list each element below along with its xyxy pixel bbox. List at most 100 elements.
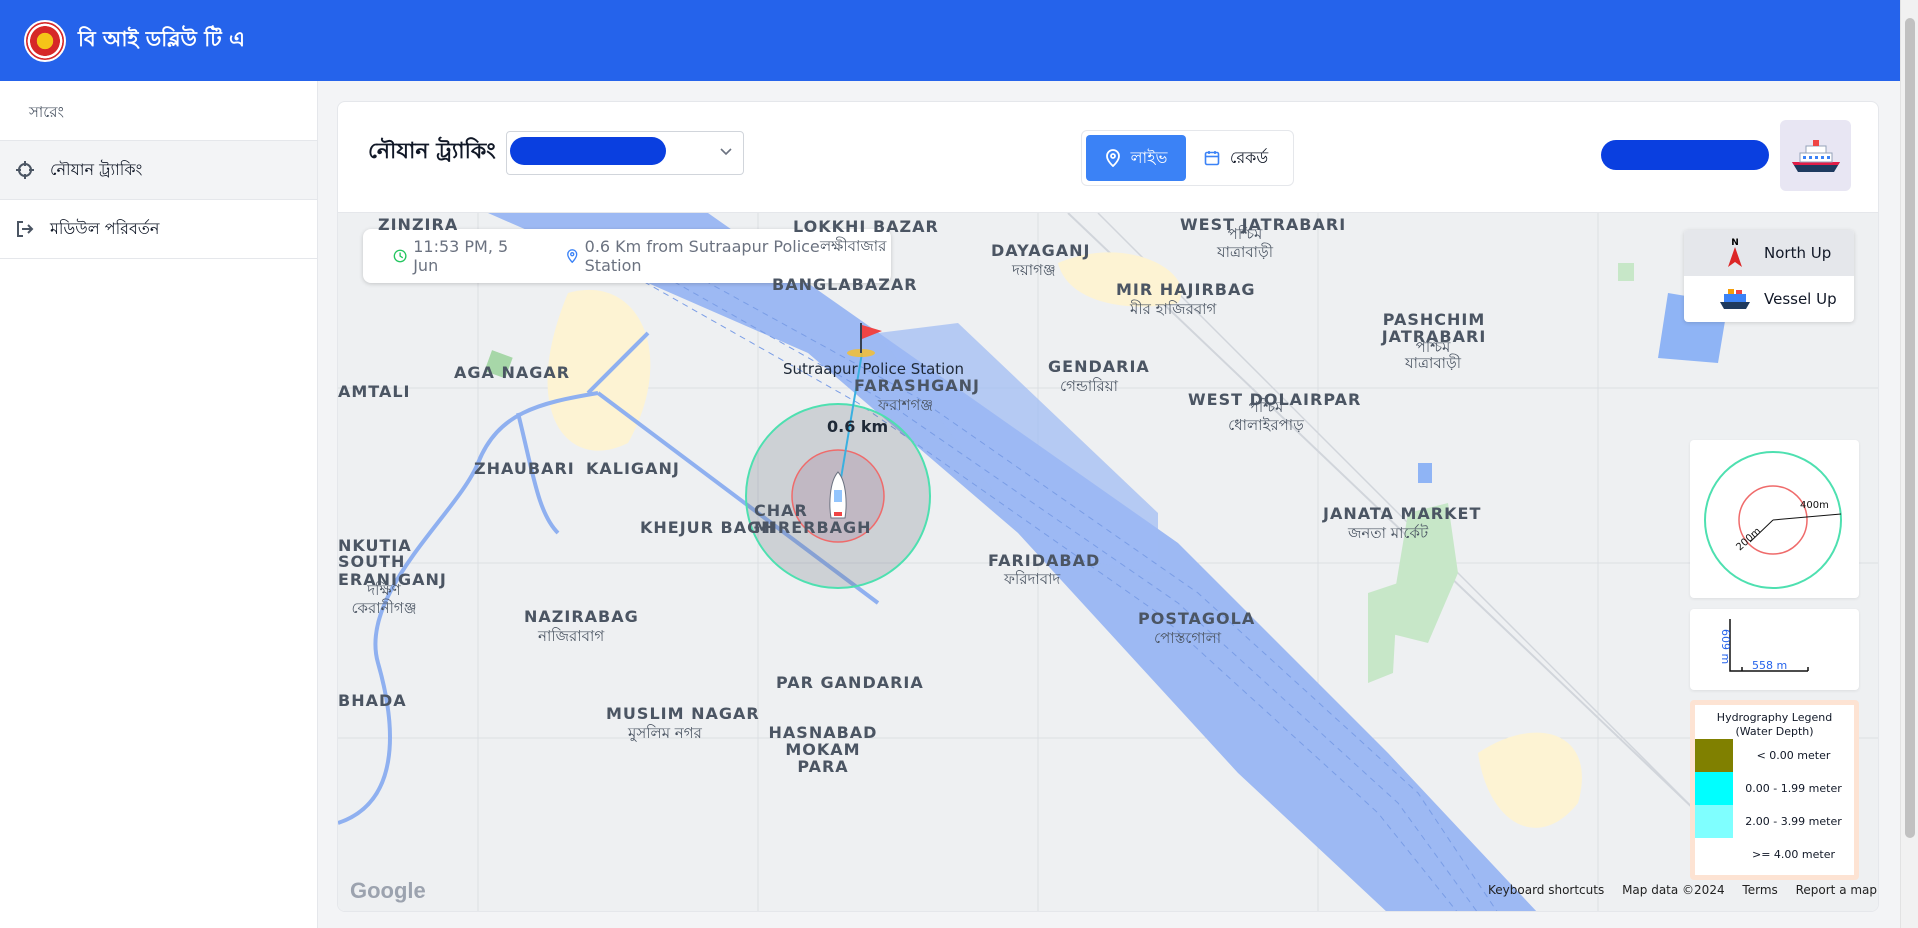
distance-from-station: 0.6 Km from Sutraapur Police Station: [584, 237, 820, 275]
user-name: [1601, 140, 1769, 170]
legend-swatch: [1695, 772, 1733, 805]
inner-range-label: 200m: [1734, 526, 1763, 553]
place-south-eraniganj-bn: দক্ষিণ কেরানীগঞ্জ: [351, 581, 417, 617]
map-view[interactable]: 11:53 PM, 5 Jun 0.6 Km from Sutraapur Po…: [338, 213, 1878, 911]
place-aga-nagar: AGA NAGAR: [454, 363, 571, 382]
sidebar-item-label: মডিউল পরিবর্তন: [50, 218, 160, 238]
legend-row: < 0.00 meter: [1695, 739, 1854, 772]
place-lokkhi-bazar: LOKKHI BAZAR: [793, 217, 939, 236]
legend-label: 0.00 - 1.99 meter: [1745, 782, 1842, 795]
legend-swatch: [1695, 838, 1733, 871]
place-farashganj-bn: ফরাশগঞ্জ: [878, 396, 934, 414]
sidebar-heading: সারেং: [0, 81, 317, 141]
biwta-logo: [24, 19, 66, 62]
place-nazirabag: NAZIRABAG: [524, 607, 639, 626]
place-lokkhi-bazar-bn: লক্ষীবাজার: [820, 237, 887, 255]
map-data-text: Map data ©2024: [1622, 883, 1725, 897]
place-west-jatrabari-bn: পশ্চিম যাত্রাবাড়ী: [1216, 225, 1274, 261]
record-label: রেকর্ড: [1229, 147, 1269, 167]
legend-label: 2.00 - 3.99 meter: [1745, 815, 1842, 828]
google-logo: Google: [350, 878, 426, 903]
place-banglabazar: BANGLABAZAR: [772, 275, 918, 294]
place-faridabad-bn: ফরিদাবাদ: [1004, 570, 1061, 588]
place-mir-hajirbag-bn: মীর হাজিরবাগ: [1130, 300, 1217, 318]
mode-toggle: লাইভ রেকর্ড: [1081, 130, 1294, 186]
legend-label: < 0.00 meter: [1756, 749, 1831, 762]
legend-label: >= 4.00 meter: [1751, 848, 1835, 861]
range-rings-legend: 400m 200m: [1690, 440, 1859, 598]
card-header: নৌযান ট্র্যাকিং লাইভ রেকর্ড: [338, 102, 1878, 213]
place-zinzira: ZINZIRA: [378, 215, 459, 234]
top-navbar: বি আই ডব্লিউ টি এ: [0, 0, 1900, 81]
sidebar-item-label: নৌযান ট্র্যাকিং: [50, 159, 143, 179]
logout-icon: [14, 218, 36, 240]
vessel-up-button[interactable]: Vessel Up: [1684, 276, 1854, 322]
place-zhaubari: ZHAUBARI: [474, 459, 575, 478]
place-nazirabag-bn: নাজিরাবাগ: [538, 627, 605, 645]
place-khejur-bagh: KHEJUR BAGH: [640, 518, 776, 537]
hydrography-legend: Hydrography Legend (Water Depth) < 0.00 …: [1690, 700, 1859, 880]
page-scrollbar[interactable]: [1900, 0, 1918, 928]
orientation-control: N North Up Vessel Up: [1684, 230, 1854, 322]
keyboard-shortcuts-link[interactable]: Keyboard shortcuts: [1488, 883, 1604, 897]
legend-row: >= 4.00 meter: [1695, 838, 1854, 871]
report-error-link[interactable]: Report a map error: [1796, 883, 1878, 897]
distance-label: 0.6 km: [827, 417, 889, 436]
vessel-icon: [1720, 289, 1750, 309]
record-button[interactable]: রেকর্ড: [1186, 135, 1286, 181]
redacted-value: [510, 137, 666, 165]
station-label: Sutraapur Police Station: [783, 360, 965, 378]
north-up-button[interactable]: N North Up: [1684, 230, 1854, 276]
legend-title-text: Hydrography Legend (Water Depth): [1716, 711, 1833, 738]
outer-range-label: 400m: [1800, 500, 1829, 511]
place-hasnabad-mokam-para: HASNABAD MOKAM PARA: [768, 723, 878, 776]
place-amtali: AMTALI: [338, 382, 411, 401]
place-gendaria: GENDARIA: [1048, 357, 1150, 376]
ship-icon: [1791, 139, 1840, 172]
scale-horizontal: 558 m: [1752, 659, 1787, 672]
vessel-up-label: Vessel Up: [1764, 290, 1837, 308]
map-base: [338, 213, 1878, 911]
place-muslim-nagar: MUSLIM NAGAR: [606, 704, 760, 723]
map-scale: 558 m 609 m: [1690, 609, 1859, 690]
svg-text:N: N: [1731, 238, 1739, 248]
calendar-icon: [1204, 151, 1220, 166]
vessel-select[interactable]: [506, 131, 744, 175]
clock-icon: [393, 249, 407, 263]
place-mir-hajirbag: MIR HAJIRBAG: [1116, 280, 1256, 299]
place-farashganj: FARASHGANJ: [854, 376, 980, 395]
terms-link[interactable]: Terms: [1742, 883, 1777, 897]
legend-row: 0.00 - 1.99 meter: [1695, 772, 1854, 805]
place-pashchim-jatrabari-bn: পশ্চিম যাত্রাবাড়ী: [1404, 338, 1462, 372]
sidebar-item-change-module[interactable]: মডিউল পরিবর্তন: [0, 200, 317, 259]
place-west-dolairpar-bn: পশ্চিম ধোলাইরপাড়: [1228, 398, 1304, 434]
place-postagola: POSTAGOLA: [1138, 609, 1256, 628]
map-footer: Keyboard shortcuts Map data ©2024 Terms …: [1488, 883, 1878, 897]
live-button[interactable]: লাইভ: [1086, 135, 1186, 181]
place-janata-market: JANATA MARKET: [1323, 504, 1482, 523]
north-up-label: North Up: [1764, 244, 1832, 262]
place-janata-market-bn: জনতা মার্কেট: [1348, 524, 1429, 542]
last-update-time: 11:53 PM, 5 Jun: [413, 237, 509, 275]
place-postagola-bn: পোস্তগোলা: [1154, 629, 1222, 647]
crosshair-icon: [14, 159, 36, 181]
location-pin-icon: [1105, 149, 1120, 167]
app-title: বি আই ডব্লিউ টি এ: [78, 27, 245, 51]
place-muslim-nagar-bn: মুসলিম নগর: [628, 724, 702, 742]
sidebar: সারেং নৌযান ট্র্যাকিং মডিউল পরিবর্তন: [0, 81, 318, 928]
legend-row: 2.00 - 3.99 meter: [1695, 805, 1854, 838]
sidebar-item-vessel-tracking[interactable]: নৌযান ট্র্যাকিং: [0, 141, 317, 200]
location-pin-icon: [567, 249, 578, 264]
ship-avatar[interactable]: [1780, 120, 1851, 191]
tracking-card: নৌযান ট্র্যাকিং লাইভ রেকর্ড 11:53 PM, 5 …: [337, 101, 1879, 912]
legend-swatch: [1695, 805, 1733, 838]
page-title: নৌযান ট্র্যাকিং: [368, 139, 496, 164]
place-dayaganj-bn: দয়াগঞ্জ: [1012, 261, 1056, 279]
scale-vertical: 609 m: [1719, 629, 1732, 664]
place-par-gandaria: PAR GANDARIA: [776, 673, 924, 692]
place-dayaganj: DAYAGANJ: [991, 241, 1091, 260]
place-gendaria-bn: গেন্ডারিয়া: [1060, 377, 1118, 395]
scrollbar-thumb[interactable]: [1905, 18, 1915, 838]
chevron-down-icon: [719, 143, 733, 162]
place-kaliganj: KALIGANJ: [586, 459, 680, 478]
